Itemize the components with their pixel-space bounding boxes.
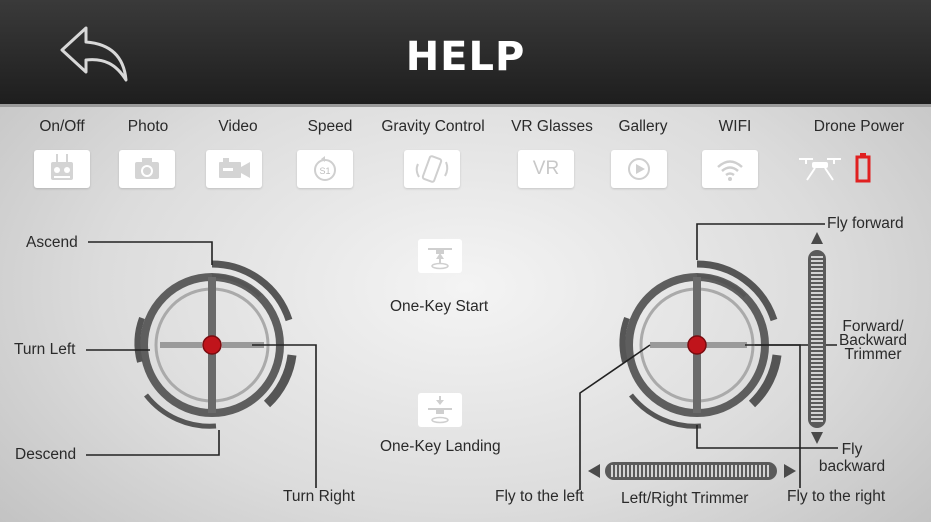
left-right-trimmer bbox=[588, 462, 796, 480]
turn-left-label: Turn Left bbox=[14, 341, 76, 358]
forward-backward-trimmer bbox=[808, 232, 826, 444]
one-key-start-button[interactable] bbox=[418, 239, 462, 273]
left-joystick-left-arm bbox=[160, 342, 202, 348]
ascend-label: Ascend bbox=[26, 234, 78, 251]
trimmer-up-arrow-icon bbox=[811, 232, 823, 244]
trimmer-right-arrow-icon bbox=[784, 464, 796, 478]
left-right-trimmer-label: Left/Right Trimmer bbox=[621, 490, 749, 507]
right-joystick-left-arm bbox=[650, 342, 690, 348]
right-joystick-knob bbox=[687, 335, 707, 355]
descend-label: Descend bbox=[15, 446, 77, 463]
left-joystick-knob bbox=[202, 335, 222, 355]
turn-right-label: Turn Right bbox=[283, 488, 355, 505]
one-key-start-label: One-Key Start bbox=[390, 298, 489, 315]
one-key-landing-button[interactable] bbox=[418, 393, 462, 427]
fly-right-label: Fly to the right bbox=[787, 488, 886, 505]
takeoff-icon bbox=[428, 248, 452, 270]
fly-left-label: Fly to the left bbox=[495, 488, 584, 505]
left-joystick-down-arm bbox=[208, 351, 216, 413]
trimmer-left-arrow-icon bbox=[588, 464, 600, 478]
one-key-landing-label: One-Key Landing bbox=[380, 438, 501, 455]
fly-forward-label: Fly forward bbox=[827, 215, 904, 232]
left-joystick-up-arm bbox=[208, 277, 216, 339]
forward-backward-trimmer-label: Forward/ Backward Trimmer bbox=[833, 319, 913, 363]
right-joystick-down-arm bbox=[693, 351, 701, 413]
help-screen: HELP On/Off Photo Video Speed Gravity Co… bbox=[0, 0, 931, 522]
right-joystick-right-arm bbox=[705, 342, 747, 348]
fly-backward-line1: Fly bbox=[841, 441, 863, 458]
fly-backward-label: Fly backward bbox=[812, 441, 892, 475]
landing-icon bbox=[428, 396, 452, 424]
right-joystick-up-arm bbox=[693, 277, 701, 339]
trimmer-label-line3: Trimmer bbox=[844, 346, 902, 363]
fly-backward-line2: backward bbox=[818, 458, 886, 475]
